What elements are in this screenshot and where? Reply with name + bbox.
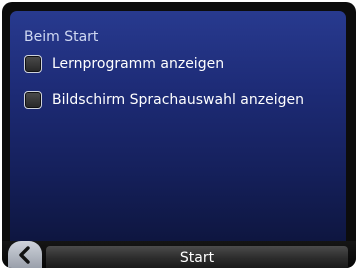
section-title-beim-start: Beim Start xyxy=(24,29,99,45)
option-lernprogramm[interactable]: Lernprogramm anzeigen xyxy=(24,53,224,75)
start-label: Start xyxy=(179,249,215,266)
chevron-left-icon xyxy=(19,246,30,264)
device-frame: Beim Start Lernprogramm anzeigen Bildsch… xyxy=(2,2,356,268)
settings-screen: Beim Start Lernprogramm anzeigen Bildsch… xyxy=(10,11,346,241)
lernprogramm-checkbox[interactable] xyxy=(24,55,42,73)
bottom-bar: Start xyxy=(2,241,356,268)
start-button[interactable]: Start xyxy=(46,246,348,268)
sprachauswahl-label: Bildschirm Sprachauswahl anzeigen xyxy=(52,92,304,108)
option-sprachauswahl[interactable]: Bildschirm Sprachauswahl anzeigen xyxy=(24,89,304,111)
lernprogramm-label: Lernprogramm anzeigen xyxy=(52,56,225,72)
sprachauswahl-checkbox[interactable] xyxy=(24,91,42,109)
back-button[interactable] xyxy=(8,241,42,268)
